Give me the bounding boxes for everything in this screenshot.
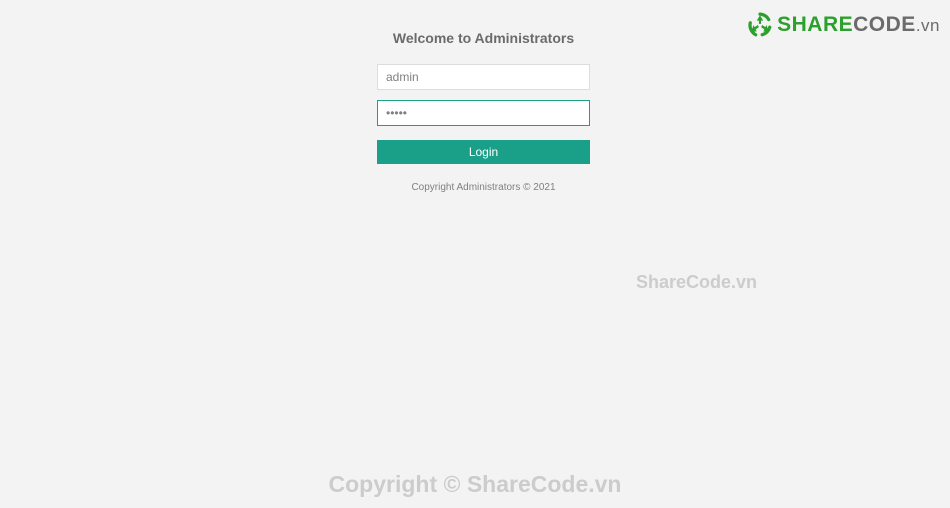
logo-code-text: CODE bbox=[853, 13, 916, 36]
recycle-arrows-icon bbox=[747, 12, 773, 38]
password-input[interactable] bbox=[377, 100, 590, 126]
username-input[interactable] bbox=[377, 64, 590, 90]
brand-logo-text: SHARECODE.vn bbox=[777, 13, 940, 37]
form-copyright: Copyright Administrators © 2021 bbox=[377, 182, 590, 193]
page-title: Welcome to Administrators bbox=[377, 30, 590, 46]
watermark-center-text: ShareCode.vn bbox=[636, 272, 757, 293]
logo-share-text: SHARE bbox=[777, 13, 853, 36]
brand-logo: SHARECODE.vn bbox=[747, 12, 940, 38]
login-form: Welcome to Administrators Login Copyrigh… bbox=[377, 30, 590, 193]
login-button[interactable]: Login bbox=[377, 140, 590, 164]
watermark-bottom-text: Copyright © ShareCode.vn bbox=[0, 471, 950, 498]
logo-vn-text: .vn bbox=[916, 16, 940, 35]
